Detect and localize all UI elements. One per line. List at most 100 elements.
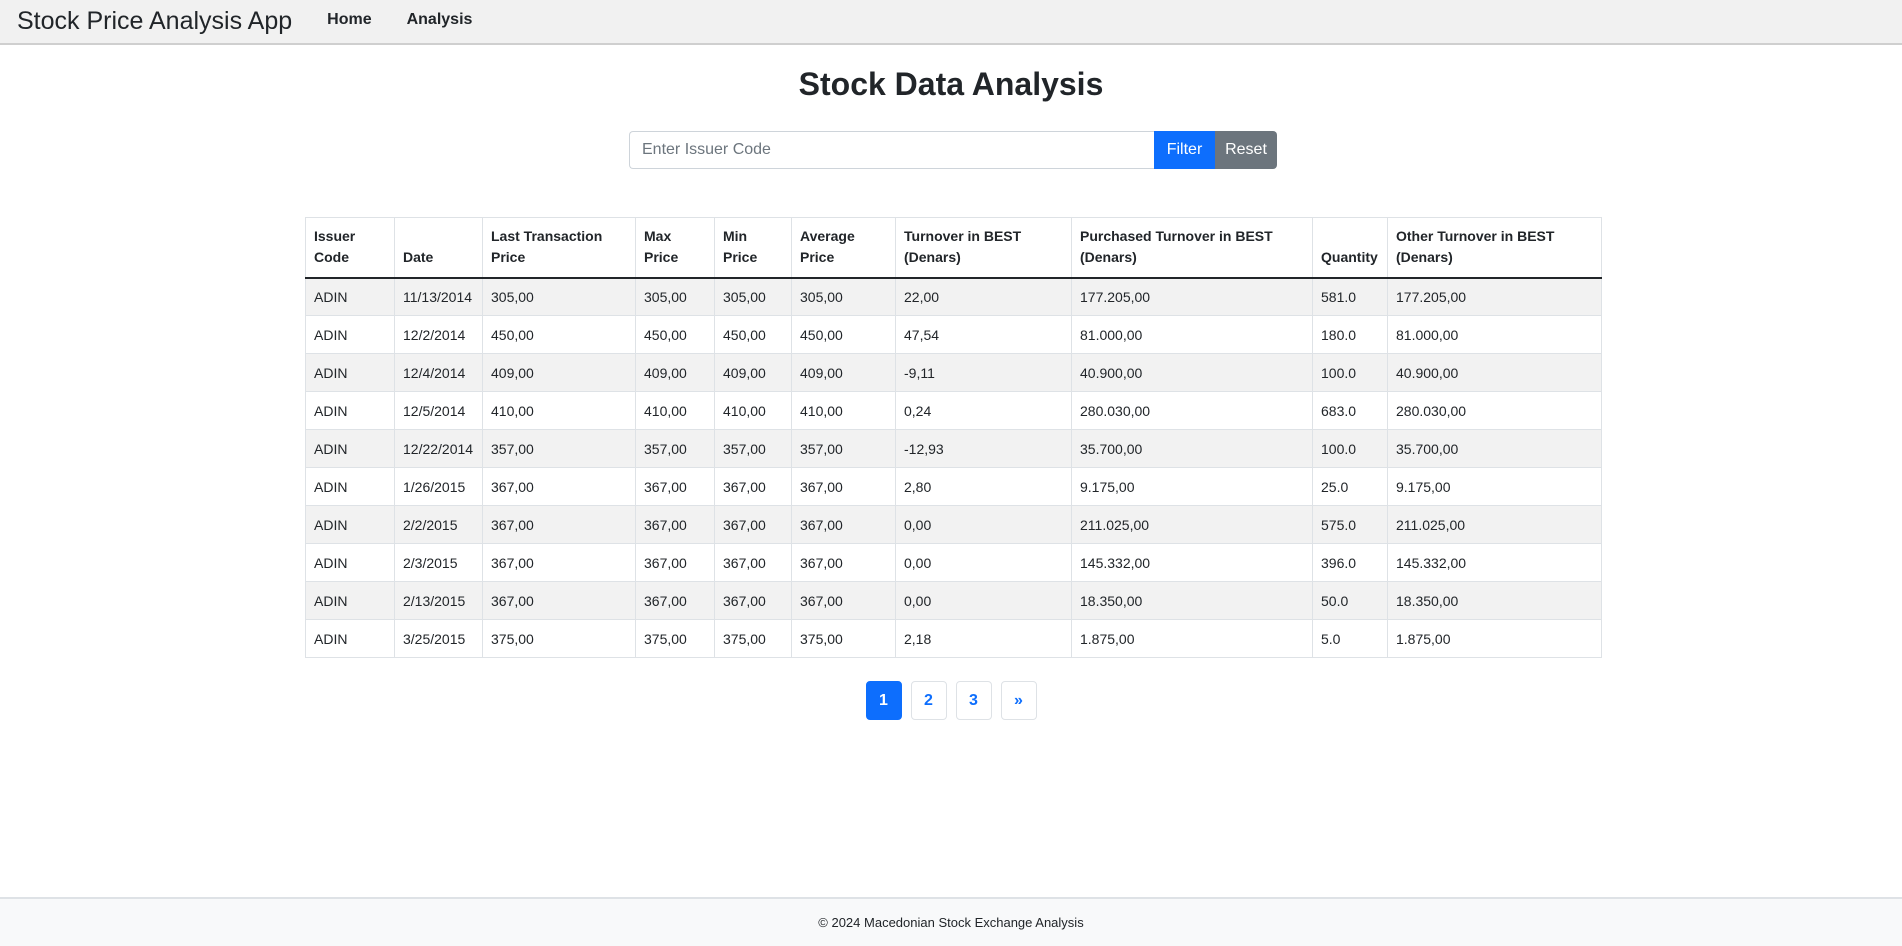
table-cell: 280.030,00 (1071, 391, 1313, 430)
navbar: Stock Price Analysis App Home Analysis (0, 0, 1902, 45)
table-cell: 1/26/2015 (394, 467, 483, 506)
table-cell: 12/2/2014 (394, 315, 483, 354)
table-cell: 18.350,00 (1387, 581, 1602, 620)
table-cell: 367,00 (635, 505, 715, 544)
table-cell: ADIN (305, 391, 395, 430)
table-cell: 575.0 (1312, 505, 1388, 544)
table-cell: ADIN (305, 581, 395, 620)
table-header: Issuer Code Date Last Transaction Price Max… (305, 217, 1602, 279)
next-page-button[interactable]: » (1000, 681, 1037, 720)
table-cell: 375,00 (791, 619, 896, 658)
table-cell: -9,11 (895, 353, 1072, 392)
table-cell: 211.025,00 (1071, 505, 1313, 544)
column-header: Average Price (791, 217, 896, 279)
table-row: ADIN 12/22/2014 357,00 357,00 357,00 357,00 -1… (305, 429, 1602, 468)
table-cell: 581.0 (1312, 277, 1388, 316)
table-cell: 47,54 (895, 315, 1072, 354)
column-header: Quantity (1312, 217, 1388, 279)
table-cell: 11/13/2014 (394, 277, 483, 316)
table-cell: ADIN (305, 467, 395, 506)
table-cell: 357,00 (791, 429, 896, 468)
table-cell: 305,00 (482, 277, 636, 316)
page-title: Stock Data Analysis (798, 66, 1104, 102)
table-header-row: Issuer Code Date Last Transaction Price Max… (305, 217, 1602, 279)
stock-data-table-container: Issuer Code Date Last Transaction Price Max… (305, 217, 1602, 658)
table-cell: 367,00 (714, 543, 792, 582)
table-row: ADIN 2/3/2015 367,00 367,00 367,00 367,00 0,00… (305, 543, 1602, 582)
table-cell: 12/4/2014 (394, 353, 483, 392)
table-cell: 25.0 (1312, 467, 1388, 506)
pagination: 1 2 3» (0, 681, 1902, 720)
table-cell: 40.900,00 (1387, 353, 1602, 392)
page-button-1[interactable]: 1 (865, 681, 902, 720)
table-cell: -12,93 (895, 429, 1072, 468)
table-row: ADIN 12/5/2014 410,00 410,00 410,00 410,00 0,2… (305, 391, 1602, 430)
table-cell: 2,80 (895, 467, 1072, 506)
column-header: Turnover in BEST (Denars) (895, 217, 1072, 279)
table-cell: 409,00 (635, 353, 715, 392)
table-cell: 5.0 (1312, 619, 1388, 658)
table-cell: 2/13/2015 (394, 581, 483, 620)
table-row: ADIN 2/13/2015 367,00 367,00 367,00 367,00 0,0… (305, 581, 1602, 620)
page-button-3[interactable]: 3 (955, 681, 992, 720)
table-cell: 357,00 (714, 429, 792, 468)
table-cell: 409,00 (714, 353, 792, 392)
table-cell: 211.025,00 (1387, 505, 1602, 544)
table-cell: 410,00 (482, 391, 636, 430)
table-cell: ADIN (305, 315, 395, 354)
table-cell: 367,00 (714, 581, 792, 620)
table-row: ADIN 3/25/2015 375,00 375,00 375,00 375,00 2,1… (305, 619, 1602, 658)
table-row: ADIN 12/2/2014 450,00 450,00 450,00 450,00 47,… (305, 315, 1602, 354)
table-cell: 367,00 (714, 467, 792, 506)
table-cell: 1.875,00 (1071, 619, 1313, 658)
column-header: Last Transaction Price (482, 217, 636, 279)
table-cell: ADIN (305, 505, 395, 544)
table-cell: 375,00 (714, 619, 792, 658)
table-cell: 2,18 (895, 619, 1072, 658)
table-cell: 145.332,00 (1387, 543, 1602, 582)
table-row: ADIN 2/2/2015 367,00 367,00 367,00 367,00 0,00… (305, 505, 1602, 544)
table-cell: 367,00 (635, 543, 715, 582)
issuer-filter-group: Filter Reset (629, 131, 1277, 169)
filter-button[interactable]: Filter (1154, 131, 1215, 169)
table-cell: 367,00 (791, 505, 896, 544)
app-brand[interactable]: Stock Price Analysis App (17, 7, 292, 36)
issuer-code-input[interactable] (629, 131, 1154, 169)
table-cell: 0,24 (895, 391, 1072, 430)
table-row: ADIN 12/4/2014 409,00 409,00 409,00 409,00 -9,… (305, 353, 1602, 392)
table-cell: 35.700,00 (1387, 429, 1602, 468)
table-cell: ADIN (305, 543, 395, 582)
table-cell: 357,00 (635, 429, 715, 468)
table-cell: 367,00 (791, 581, 896, 620)
table-cell: 0,00 (895, 543, 1072, 582)
table-cell: 367,00 (482, 505, 636, 544)
table-cell: 450,00 (635, 315, 715, 354)
table-cell: 40.900,00 (1071, 353, 1313, 392)
page-button-2[interactable]: 2 (910, 681, 947, 720)
table-cell: ADIN (305, 353, 395, 392)
table-cell: 145.332,00 (1071, 543, 1313, 582)
table-cell: 177.205,00 (1071, 277, 1313, 316)
table-cell: 410,00 (635, 391, 715, 430)
table-cell: 22,00 (895, 277, 1072, 316)
nav-link-analysis[interactable]: Analysis (407, 11, 473, 29)
table-cell: 18.350,00 (1071, 581, 1313, 620)
table-cell: 410,00 (791, 391, 896, 430)
table-cell: 375,00 (635, 619, 715, 658)
column-header: Max Price (635, 217, 715, 279)
table-cell: ADIN (305, 619, 395, 658)
nav-link-home[interactable]: Home (327, 11, 371, 29)
column-header: Date (394, 217, 483, 279)
table-cell: 1.875,00 (1387, 619, 1602, 658)
table-cell: 100.0 (1312, 429, 1388, 468)
table-cell: 305,00 (791, 277, 896, 316)
table-cell: 305,00 (635, 277, 715, 316)
table-cell: 683.0 (1312, 391, 1388, 430)
column-header: Purchased Turnover in BEST (Denars) (1071, 217, 1313, 279)
table-cell: 357,00 (482, 429, 636, 468)
table-cell: 375,00 (482, 619, 636, 658)
table-cell: 409,00 (791, 353, 896, 392)
table-cell: 81.000,00 (1071, 315, 1313, 354)
column-header: Issuer Code (305, 217, 395, 279)
reset-button[interactable]: Reset (1215, 131, 1277, 169)
